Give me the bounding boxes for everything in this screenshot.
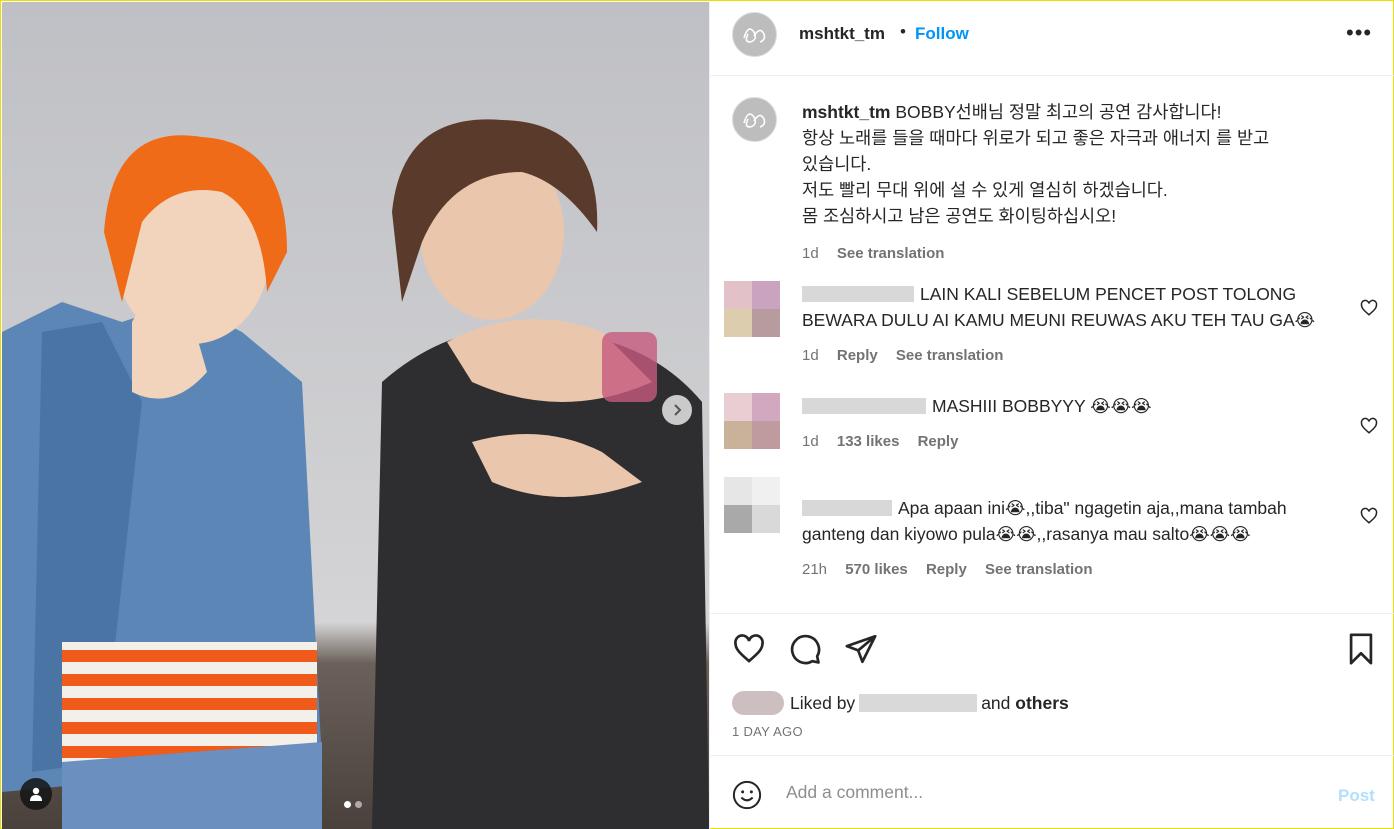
bookmark-icon[interactable] [1346,632,1376,666]
caption-line: 저도 빨리 무대 위에 설 수 있게 열심히 하겠습니다. [802,180,1168,200]
like-comment-icon[interactable] [1360,417,1378,435]
post-comment-button[interactable]: Post [1338,786,1375,806]
comment-time[interactable]: 21h [802,561,827,578]
likes-count[interactable]: 570 likes [845,561,908,578]
see-translation-button[interactable]: See translation [896,347,1004,364]
carousel-dot [344,801,351,808]
redacted-username[interactable] [802,500,892,516]
caption-line: 항상 노래를 들을 때마다 위로가 되고 좋은 자극과 애너지 를 받고 [802,128,1270,148]
header-separator: • [900,22,906,41]
comment-icon[interactable] [788,632,822,666]
post-photo[interactable] [2,2,709,829]
caption-line: 몸 조심하시고 남은 공연도 화이팅하십시오! [802,206,1117,226]
comment-body: LAIN KALI SEBELUM PENCET POST TOLONG BEW… [802,281,1342,369]
comment-meta: 1d 133 likes Reply [802,429,1342,455]
header-username[interactable]: mshtkt_tm [799,24,885,44]
photo-illustration [2,2,709,829]
comment-text: ganteng dan kiyowo pula😭😭,,rasanya mau s… [802,524,1251,544]
comment-time[interactable]: 1d [802,433,819,450]
post-window: mshtkt_tm • Follow ••• mshtkt_tm BOBBY선배… [0,0,1394,829]
like-comment-icon[interactable] [1360,507,1378,525]
see-translation-button[interactable]: See translation [837,245,945,262]
liked-by-avatars[interactable] [732,691,784,715]
comment-meta: 21h 570 likes Reply See translation [802,557,1342,583]
follow-button[interactable]: Follow [915,24,969,44]
caption-line: BOBBY선배님 정말 최고의 공연 감사합니다! [895,102,1222,122]
post-actions: Liked by and others 1 DAY AGO [710,613,1394,755]
post-timestamp[interactable]: 1 DAY AGO [732,724,803,739]
reply-button[interactable]: Reply [918,433,959,450]
carousel-dot [355,801,362,808]
like-comment-icon[interactable] [1360,299,1378,317]
see-translation-button[interactable]: See translation [985,561,1093,578]
avatar[interactable] [724,477,780,533]
signature-logo-icon [742,27,765,43]
chevron-right-icon [674,404,682,416]
likes-count[interactable]: 133 likes [837,433,900,450]
caption-username[interactable]: mshtkt_tm [802,102,891,122]
comment-input[interactable] [786,782,1306,803]
add-comment-bar: Post [710,755,1394,829]
carousel-indicator [344,801,362,808]
comments-list[interactable]: mshtkt_tm BOBBY선배님 정말 최고의 공연 감사합니다! 항상 노… [710,77,1394,613]
comment-meta: 1d Reply See translation [802,343,1342,369]
liked-by-others[interactable]: others [1015,693,1068,714]
post-header: mshtkt_tm • Follow ••• [710,2,1394,76]
comment-text: MASHIII BOBBYYY 😭😭😭 [932,396,1152,416]
liked-by: Liked by and others [732,691,1069,715]
avatar[interactable] [724,281,780,337]
caption-text: mshtkt_tm BOBBY선배님 정말 최고의 공연 감사합니다! 항상 노… [802,99,1362,267]
redacted-username[interactable] [802,398,926,414]
comment-text: LAIN KALI SEBELUM PENCET POST TOLONG [920,284,1297,304]
liked-by-prefix: Liked by [790,692,856,713]
share-icon[interactable] [844,632,878,666]
avatar[interactable] [732,97,777,142]
signature-logo-icon [742,112,765,128]
comment-time[interactable]: 1d [802,347,819,364]
caption-time[interactable]: 1d [802,245,819,262]
avatar[interactable] [724,393,780,449]
comment-body: MASHIII BOBBYYY 😭😭😭 1d 133 likes Reply [802,393,1342,455]
reply-button[interactable]: Reply [837,347,878,364]
comment-body: Apa apaan ini😭,,tiba" ngagetin aja,,mana… [802,495,1342,583]
reply-button[interactable]: Reply [926,561,967,578]
redacted-username[interactable] [802,286,914,302]
caption-meta: 1d See translation [802,241,1362,267]
heart-icon[interactable] [732,632,766,666]
caption-line: 있습니다. [802,154,872,174]
avatar[interactable] [732,12,777,57]
redacted-username[interactable] [859,694,978,712]
post-sidebar: mshtkt_tm • Follow ••• mshtkt_tm BOBBY선배… [709,2,1394,829]
next-photo-button[interactable] [662,395,692,425]
tagged-users-button[interactable] [20,778,52,810]
comment-text: BEWARA DULU AI KAMU MEUNI REUWAS AKU TEH… [802,310,1316,330]
more-options-button[interactable]: ••• [1346,20,1372,46]
emoji-icon[interactable] [732,780,762,810]
comment-text: Apa apaan ini😭,,tiba" ngagetin aja,,mana… [898,498,1287,518]
liked-by-and: and [981,692,1011,713]
user-icon [30,787,42,801]
